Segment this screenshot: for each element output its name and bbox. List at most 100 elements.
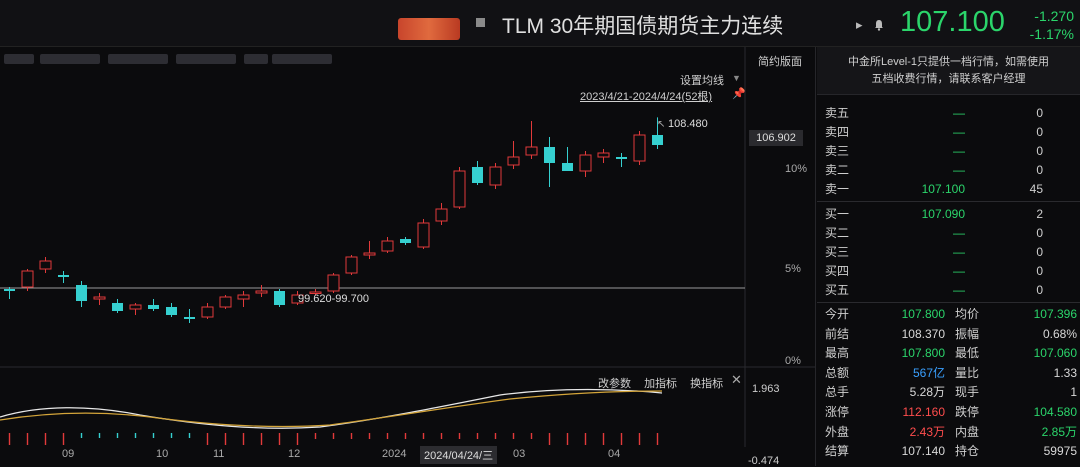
x-tick: 09 [62,448,75,460]
ask-row[interactable]: 卖二 — 0 [817,161,1080,180]
bid-price: 107.090 [921,207,965,221]
orderbook-separator [817,201,1080,202]
candle [544,137,555,187]
stat-row: 外盘 2.43万 内盘 2.85万 [817,423,1080,442]
change-percent: -1.17% [1029,26,1074,42]
low-range-label: 99.620-99.700 [298,293,369,305]
indicator-line-dif [0,388,663,429]
stat-value: 107.800 [901,307,945,321]
ask-volume: 0 [1036,106,1043,120]
candle [184,309,195,323]
ask-label: 卖五 [825,106,850,120]
indicator-histogram [8,433,659,445]
last-price: 107.100 [900,6,1005,38]
bid-row[interactable]: 买一 107.090 2 [817,205,1080,224]
candle [58,271,69,283]
bid-row[interactable]: 买三 — 0 [817,243,1080,262]
stat-label: 最高 [825,346,850,361]
stat-label: 均价 [955,307,980,321]
candle [39,257,52,273]
candle [417,219,430,249]
stat-value: 107.396 [1033,307,1077,321]
ask-label: 卖三 [825,144,850,158]
ask-price: — [953,125,965,139]
candle [219,295,232,309]
ask-price: — [953,106,965,120]
redacted-logo [398,18,460,40]
edit-params-button[interactable]: 改参数 [598,378,631,390]
stat-label: 结算 [825,444,850,459]
ask-label: 卖一 [825,182,850,196]
bid-row[interactable]: 买五 — 0 [817,281,1080,300]
indicator-toolbar: 改参数 加指标 换指标 [598,375,733,391]
bid-label: 买三 [825,245,850,259]
level1-notice: 中金所Level-1只提供一档行情，如需使用 五档收费行情，请联系客户经理 [817,47,1080,95]
ask-row[interactable]: 卖四 — 0 [817,123,1080,142]
stat-value: 567亿 [912,365,945,380]
bid-price: — [953,226,965,240]
stat-row: 总手 5.28万 现手 1 [817,383,1080,402]
candle [4,287,15,299]
bid-price: — [953,264,965,278]
candle [453,167,466,209]
candle [435,203,448,225]
stat-value: 112.160 [902,405,946,419]
stat-row: 总额 567亿 量比 1.33 [817,364,1080,383]
pct-10-label: 10% [785,163,808,175]
bid-volume: 0 [1036,264,1043,278]
indicator-max-label: 1.963 [752,383,780,395]
close-icon[interactable]: ✕ [731,372,742,388]
panel-divider [815,47,816,466]
stat-row: 今开 107.800 均价 107.396 [817,305,1080,324]
stat-label: 跌停 [955,405,980,419]
switch-indicator-button[interactable]: 换指标 [690,378,723,390]
ask-price: — [953,163,965,177]
stat-value: 2.85万 [1041,424,1077,439]
bid-volume: 0 [1036,283,1043,297]
stat-label: 最低 [955,346,980,361]
add-indicator-button[interactable]: 加指标 [644,378,677,390]
stat-value: 2.43万 [909,424,945,439]
ask-row[interactable]: 卖三 — 0 [817,142,1080,161]
x-tick: 04 [608,448,621,460]
candle [579,151,592,177]
bid-volume: 0 [1036,245,1043,259]
stat-label: 外盘 [825,424,850,439]
stat-value: 1 [1070,385,1077,400]
bid-volume: 2 [1036,207,1043,221]
x-tick: 2024 [382,448,407,460]
ask-price: 107.100 [921,182,965,196]
bid-row[interactable]: 买四 — 0 [817,262,1080,281]
x-tick: 10 [156,448,169,460]
candle [525,121,538,159]
indicator-panel [0,388,663,445]
candle [112,299,123,313]
ask-row[interactable]: 卖一 107.100 45 [817,180,1080,199]
x-tick: 11 [213,448,225,460]
candle [148,299,159,311]
stat-row: 最高 107.800 最低 107.060 [817,344,1080,363]
play-icon[interactable]: ▸ [856,17,863,33]
high-annotation-label: 108.480 [668,118,708,130]
notice-line: 五档收费行情，请联系客户经理 [871,73,1026,85]
ask-row[interactable]: 卖五 — 0 [817,104,1080,123]
stat-label: 振幅 [955,326,980,341]
stat-label: 现手 [955,385,980,400]
bell-icon[interactable] [874,19,884,31]
arrow-icon: ↖ [657,119,665,130]
price-change: -1.270 -1.17% [1018,7,1074,43]
bid-label: 买五 [825,283,850,297]
indicator-min-label: -0.474 [748,455,780,467]
stat-value: 0.68% [1042,326,1077,341]
candle [93,293,106,305]
stat-label: 涨停 [825,405,850,419]
bid-row[interactable]: 买二 — 0 [817,224,1080,243]
candle [400,237,411,245]
pct-0-label: 0% [785,355,801,367]
candle [327,273,340,293]
candle [507,141,520,169]
change-value: -1.270 [1034,8,1074,24]
ask-volume: 0 [1036,125,1043,139]
candle [616,153,627,167]
candle [274,289,285,307]
